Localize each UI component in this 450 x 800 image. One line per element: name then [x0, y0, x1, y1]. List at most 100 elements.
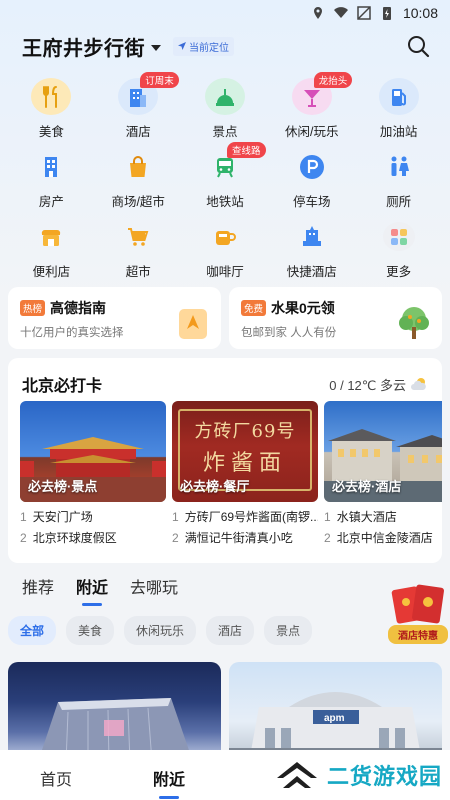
hotel-deal-red-packet[interactable]: 酒店特惠 — [388, 582, 448, 644]
svg-text:apm: apm — [324, 713, 345, 724]
nav-home[interactable]: 首页 — [40, 766, 72, 790]
category-quick-hotel[interactable]: 快捷酒店 — [268, 218, 355, 280]
ranking-item[interactable]: 1 水镇大酒店 — [324, 508, 442, 525]
ranking-item[interactable]: 2 满恒记牛街清真小吃 — [172, 529, 318, 546]
category-scenic[interactable]: 景点 — [182, 78, 269, 140]
tab-nearby[interactable]: 附近 — [76, 574, 108, 606]
cart-icon — [122, 222, 154, 251]
category-label: 加油站 — [379, 125, 418, 139]
category-real-estate[interactable]: 房产 — [8, 148, 95, 210]
category-badge: 查线路 — [226, 142, 266, 158]
chip-all[interactable]: 全部 — [8, 616, 57, 645]
apm-mall-image: apm — [229, 692, 442, 762]
category-gas-station[interactable]: 加油站 — [355, 78, 442, 140]
category-subway[interactable]: 查线路 地铁站 — [182, 142, 269, 210]
category-cafe[interactable]: 咖啡厅 — [182, 218, 269, 280]
promo-card-guide[interactable]: 热榜 高德指南 十亿用户的真实选择 — [8, 287, 221, 349]
guide-bookmark-icon — [179, 309, 207, 339]
filter-chips: 全部 美食 休闲玩乐 酒店 景点 — [8, 616, 313, 645]
restaurant-sign-image: 方砖厂69号 炸酱面 必去榜·餐厅 — [172, 401, 318, 502]
category-supermarket[interactable]: 超市 — [95, 218, 182, 280]
gas-station-icon — [378, 78, 419, 115]
status-bar: 10:08 — [0, 0, 450, 26]
bottom-navigation: 首页 附近 二货游戏园 — [0, 750, 450, 800]
ranking-column-hotel[interactable]: 必去榜·酒店 1 水镇大酒店 2 北京中信金陵酒店 — [324, 401, 442, 546]
category-more[interactable]: 更多 — [355, 218, 442, 280]
promo-cards: 热榜 高德指南 十亿用户的真实选择 免费 水果0元领 包邮到家 人人有份 — [8, 287, 442, 349]
feed-tabs: 推荐 附近 去哪玩 — [22, 574, 178, 606]
category-label: 地铁站 — [206, 195, 244, 209]
category-label: 商场/超市 — [111, 195, 165, 209]
nav-nearby[interactable]: 附近 — [153, 766, 185, 799]
navigation-arrow-icon — [178, 42, 186, 50]
tab-recommend[interactable]: 推荐 — [22, 574, 54, 598]
promo-tag: 热榜 — [20, 300, 46, 316]
category-food[interactable]: 美食 — [8, 78, 95, 140]
ranking-image-label: 必去榜·餐厅 — [180, 479, 250, 494]
must-visit-card: 北京必打卡 0 / 12℃ 多云 必去榜·景点 1 天安门广场 2 北京环球度假… — [8, 358, 442, 563]
category-label: 更多 — [386, 265, 412, 279]
weather-info: 0 / 12℃ 多云 — [329, 375, 428, 394]
chip-scenic[interactable]: 景点 — [264, 616, 313, 645]
category-mall[interactable]: 商场/超市 — [95, 148, 182, 210]
coffee-icon — [209, 222, 241, 251]
category-hotel[interactable]: 订周末 酒店 — [95, 72, 182, 140]
store-icon — [35, 222, 67, 251]
promo-title: 水果0元领 — [271, 300, 335, 316]
chip-food[interactable]: 美食 — [66, 616, 115, 645]
category-leisure[interactable]: 龙抬头 休闲/玩乐 — [268, 72, 355, 140]
status-time: 10:08 — [402, 5, 438, 21]
ranking-item[interactable]: 1 天安门广场 — [20, 508, 166, 525]
battery-icon — [382, 7, 391, 20]
category-label: 景点 — [212, 125, 238, 139]
chip-leisure[interactable]: 休闲玩乐 — [124, 616, 197, 645]
category-label: 厕所 — [386, 195, 412, 209]
current-location-tag[interactable]: 当前定位 — [173, 36, 234, 56]
shopping-bag-icon — [122, 152, 154, 181]
watermark: 二货游戏园 — [275, 758, 442, 792]
chevron-down-icon[interactable] — [151, 44, 161, 51]
feed-card[interactable]: apm — [229, 662, 442, 762]
category-parking[interactable]: 停车场 — [268, 148, 355, 210]
mall-night-image — [38, 698, 193, 762]
category-badge: 订周末 — [140, 72, 179, 88]
ranking-item[interactable]: 2 北京中信金陵酒店 — [324, 529, 442, 546]
more-grid-icon — [382, 222, 415, 251]
category-label: 休闲/玩乐 — [285, 125, 339, 139]
location-pin-icon — [313, 7, 322, 19]
category-badge: 龙抬头 — [313, 72, 353, 88]
category-restroom[interactable]: 厕所 — [355, 148, 442, 210]
category-label: 超市 — [125, 265, 151, 279]
category-convenience-store[interactable]: 便利店 — [8, 218, 95, 280]
building-icon — [35, 152, 67, 181]
ranking-item[interactable]: 1 方砖厂69号炸酱面(南锣... — [172, 508, 318, 525]
category-label: 快捷酒店 — [286, 265, 337, 279]
ranking-image-label: 必去榜·景点 — [28, 479, 98, 494]
nearby-feed: apm — [8, 662, 442, 762]
ranking-column-restaurant[interactable]: 方砖厂69号 炸酱面 必去榜·餐厅 1 方砖厂69号炸酱面(南锣... 2 满恒记牛… — [172, 401, 318, 546]
category-label: 房产 — [38, 195, 64, 209]
chip-hotel[interactable]: 酒店 — [206, 616, 255, 645]
restaurant-sign-text: 方砖厂69号 — [194, 421, 296, 442]
ranking-column-scenic[interactable]: 必去榜·景点 1 天安门广场 2 北京环球度假区 — [20, 401, 166, 546]
tab-where-to-play[interactable]: 去哪玩 — [130, 574, 178, 598]
watermark-logo-icon — [276, 762, 317, 788]
category-label: 便利店 — [32, 265, 71, 279]
category-label: 酒店 — [125, 125, 151, 139]
search-icon[interactable] — [406, 34, 430, 58]
promo-card-fruit[interactable]: 免费 水果0元领 包邮到家 人人有份 — [229, 287, 442, 349]
category-label: 咖啡厅 — [206, 265, 244, 279]
location-title[interactable]: 王府井步行街 — [22, 32, 145, 61]
promo-tag: 免费 — [241, 300, 267, 316]
feed-card[interactable] — [8, 662, 221, 762]
parking-icon — [296, 152, 328, 181]
header: 王府井步行街 当前定位 — [0, 30, 450, 62]
fork-knife-icon — [31, 78, 72, 115]
ranking-item[interactable]: 2 北京环球度假区 — [20, 529, 166, 546]
ranking-image-label: 必去榜·酒店 — [332, 479, 402, 494]
fruit-tree-icon — [399, 307, 429, 339]
wifi-icon — [333, 7, 348, 18]
promo-title: 高德指南 — [50, 300, 107, 316]
restroom-icon — [383, 152, 415, 181]
weather-text: 0 / 12℃ 多云 — [329, 377, 406, 393]
